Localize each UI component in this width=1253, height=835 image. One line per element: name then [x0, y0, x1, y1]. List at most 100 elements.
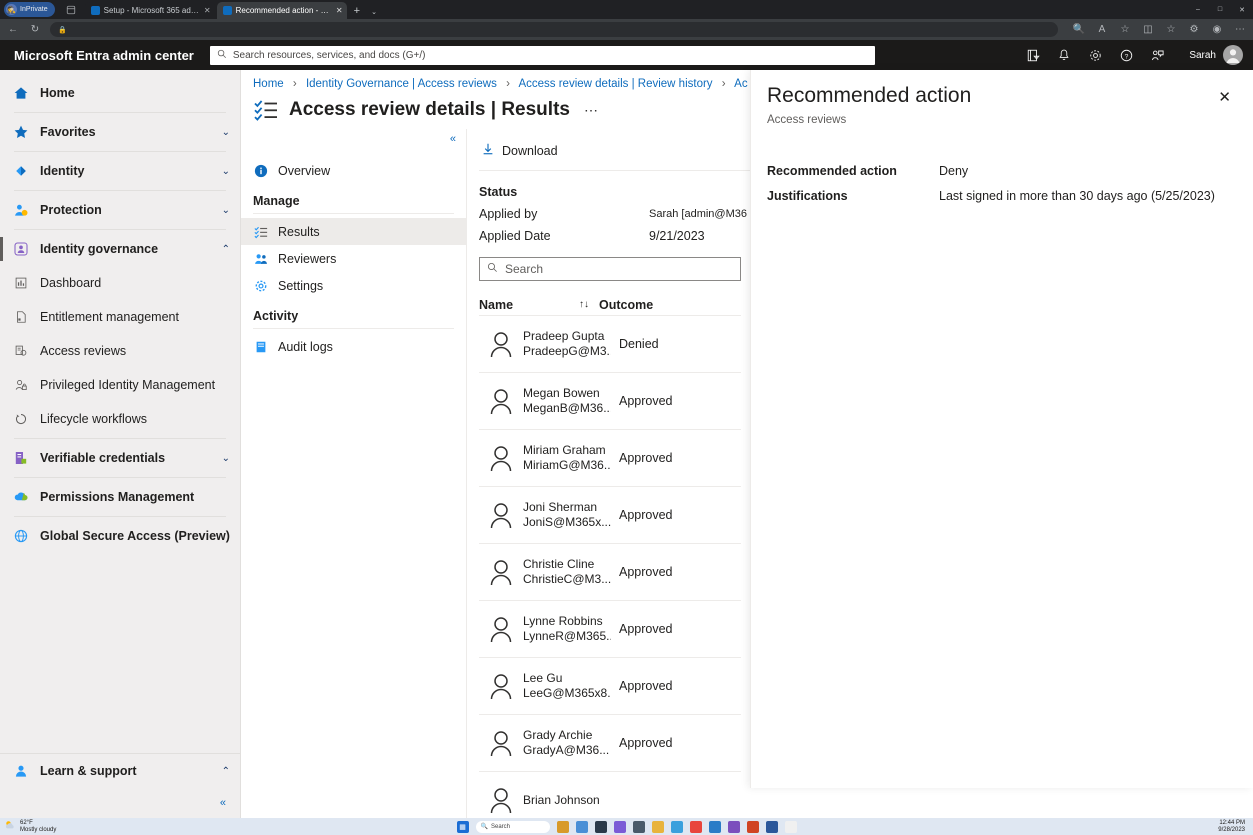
browser-tab-1[interactable]: Setup - Microsoft 365 admin ce ✕ [85, 2, 215, 19]
maximize-button[interactable]: □ [1209, 0, 1231, 19]
minimize-button[interactable]: – [1187, 0, 1209, 19]
briefcase-icon[interactable] [557, 821, 569, 833]
copilot-icon[interactable]: ◉ [1210, 23, 1224, 37]
gnav-label: Learn & support [40, 764, 212, 778]
favorite-icon[interactable]: ☆ [1118, 23, 1132, 37]
breadcrumb-item-current[interactable]: Ac [734, 78, 747, 90]
table-row[interactable]: Lee Gu LeeG@M365x8... Approved [479, 658, 741, 715]
gnav-item-identity-governance[interactable]: Identity governance ⌃ [0, 232, 240, 266]
sort-icon[interactable]: ↑↓ [579, 299, 589, 310]
settings-icon[interactable] [633, 821, 645, 833]
gnav-item-protection[interactable]: Protection ⌄ [0, 193, 240, 227]
search-input[interactable]: Search [479, 257, 741, 281]
global-search-input[interactable]: Search resources, services, and docs (G+… [210, 46, 875, 65]
chevron-down-icon[interactable]: ⌄ [222, 453, 230, 464]
chevron-down-icon[interactable]: ⌄ [222, 127, 230, 138]
table-row[interactable]: Joni Sherman JoniS@M365x... Approved [479, 487, 741, 544]
chrome-icon[interactable] [690, 821, 702, 833]
entra-brand[interactable]: Microsoft Entra admin center [14, 48, 194, 63]
gnav-item-access-reviews[interactable]: Access reviews [0, 334, 240, 368]
taskbar-search-input[interactable]: 🔍 Search [476, 821, 550, 833]
close-icon[interactable]: ✕ [336, 6, 343, 15]
chevron-up-icon[interactable]: ⌃ [222, 766, 230, 777]
blade-nav-item-overview[interactable]: Overview [241, 157, 466, 184]
edge-icon[interactable] [671, 821, 683, 833]
column-header-outcome[interactable]: Outcome [599, 298, 719, 312]
table-row[interactable]: Grady Archie GradyA@M36... Approved [479, 715, 741, 772]
close-window-button[interactable]: ✕ [1231, 0, 1253, 19]
blade-nav-item-results[interactable]: Results [241, 218, 466, 245]
paint-icon[interactable] [785, 821, 797, 833]
help-icon[interactable]: ? [1117, 46, 1135, 64]
browser-essentials-icon[interactable]: ⚙ [1187, 23, 1201, 37]
directory-filter-icon[interactable] [1024, 46, 1042, 64]
close-icon[interactable]: ✕ [1218, 90, 1231, 105]
back-arrow-icon[interactable]: ← [6, 23, 20, 37]
global-search-placeholder: Search resources, services, and docs (G+… [233, 50, 426, 61]
page-more-menu[interactable]: ⋯ [584, 102, 599, 119]
chevron-down-icon[interactable]: ⌄ [222, 166, 230, 177]
widgets-icon[interactable] [576, 821, 588, 833]
download-button[interactable]: Download [479, 139, 566, 162]
gnav-item-privileged-identity-management[interactable]: Privileged Identity Management [0, 368, 240, 402]
read-aloud-icon[interactable]: A [1095, 23, 1109, 37]
teams-icon[interactable] [709, 821, 721, 833]
chat-icon[interactable] [614, 821, 626, 833]
field-key: Recommended action [767, 164, 939, 178]
table-row[interactable]: Miriam Graham MiriamG@M36... Approved [479, 430, 741, 487]
notifications-icon[interactable] [1055, 46, 1073, 64]
settings-gear-icon[interactable] [1086, 46, 1104, 64]
gnav-item-global-secure-access[interactable]: Global Secure Access (Preview) ⌄ [0, 519, 240, 553]
gnav-item-favorites[interactable]: Favorites ⌄ [0, 115, 240, 149]
folder-icon[interactable] [652, 821, 664, 833]
table-row[interactable]: Christie Cline ChristieC@M3... Approved [479, 544, 741, 601]
breadcrumb-item-identity-governance[interactable]: Identity Governance | Access reviews [306, 78, 497, 90]
chevron-down-icon[interactable]: ⌄ [222, 205, 230, 216]
office-icon[interactable] [728, 821, 740, 833]
column-header-name[interactable]: Name ↑↓ [479, 298, 599, 312]
gnav-item-lifecycle-workflows[interactable]: Lifecycle workflows [0, 402, 240, 436]
inprivate-icon: 🕵 [6, 4, 17, 15]
new-tab-button[interactable]: + [349, 5, 365, 19]
split-screen-icon[interactable]: ◫ [1141, 23, 1155, 37]
user-display-name: Grady Archie [523, 728, 592, 742]
feedback-icon[interactable] [1148, 46, 1166, 64]
blade-nav-item-audit-logs[interactable]: Audit logs [241, 333, 466, 360]
file-explorer-dark-icon[interactable] [595, 821, 607, 833]
gnav-item-dashboard[interactable]: Dashboard [0, 266, 240, 300]
tab-actions-icon[interactable] [63, 2, 79, 17]
gnav-item-permissions-management[interactable]: Permissions Management [0, 480, 240, 514]
tab-list-chevron-down-icon[interactable]: ⌄ [367, 8, 381, 19]
user-display-name: Megan Bowen [523, 386, 600, 400]
close-icon[interactable]: ✕ [204, 6, 211, 15]
browser-tab-2[interactable]: Recommended action - Micros ✕ [217, 2, 347, 19]
gnav-item-entitlement-management[interactable]: Entitlement management [0, 300, 240, 334]
table-row[interactable]: Megan Bowen MeganB@M36... Approved [479, 373, 741, 430]
chevron-up-icon[interactable]: ⌃ [222, 244, 230, 255]
breadcrumb-item-home[interactable]: Home [253, 78, 284, 90]
address-bar[interactable]: 🔒 [50, 22, 1058, 37]
gnav-item-learn-support[interactable]: Learn & support ⌃ [0, 754, 240, 788]
start-icon[interactable]: ▦ [457, 821, 469, 833]
user-menu[interactable]: Sarah [1189, 45, 1243, 65]
table-row[interactable]: Pradeep Gupta PradeepG@M3... Denied [479, 316, 741, 373]
table-row[interactable]: Lynne Robbins LynneR@M365... Approved [479, 601, 741, 658]
more-icon[interactable]: ⋯ [1233, 23, 1247, 37]
blade-nav-item-settings[interactable]: Settings [241, 272, 466, 299]
entra-header: Microsoft Entra admin center Search reso… [0, 40, 1253, 70]
divider [14, 438, 226, 439]
blade-nav-item-reviewers[interactable]: Reviewers [241, 245, 466, 272]
collections-icon[interactable]: ☆ [1164, 23, 1178, 37]
powerpoint-icon[interactable] [747, 821, 759, 833]
word-icon[interactable] [766, 821, 778, 833]
blade-collapse-button[interactable]: « [450, 133, 456, 145]
collapse-nav-button[interactable]: « [0, 788, 240, 818]
gnav-item-home[interactable]: Home [0, 76, 240, 110]
refresh-icon[interactable]: ↻ [28, 23, 42, 37]
cell-outcome: Approved [611, 508, 726, 522]
breadcrumb-item-review-history[interactable]: Access review details | Review history [518, 78, 712, 90]
gnav-item-identity[interactable]: Identity ⌄ [0, 154, 240, 188]
zoom-icon[interactable]: 🔍 [1072, 23, 1086, 37]
gnav-item-verifiable-credentials[interactable]: Verifiable credentials ⌄ [0, 441, 240, 475]
table-row[interactable]: Brian Johnson [479, 772, 741, 818]
